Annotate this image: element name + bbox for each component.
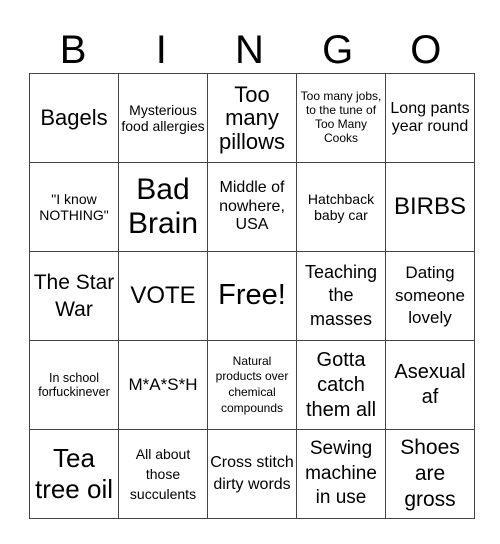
cell-text: Free! [218,279,286,312]
bingo-cell[interactable]: Tea tree oil [29,429,119,519]
bingo-grid: Bagels Mysterious food allergies Too man… [29,73,475,519]
cell-text: BIRBS [393,193,467,221]
bingo-cell[interactable]: Gotta catch them all [296,340,386,430]
free-space[interactable]: Free! [207,251,297,341]
bingo-cell[interactable]: Bagels [29,73,119,163]
cell-text: Natural products over chemical compounds [215,353,289,415]
bingo-cell[interactable]: Hatchback baby car [296,162,386,252]
bingo-cell[interactable]: Dating someone lovely [385,251,475,341]
cell-text: M*A*S*H [128,375,198,395]
bingo-cell[interactable]: Middle of nowhere, USA [207,162,297,252]
grid-row: "I know NOTHING" Bad Brain Middle of now… [29,162,475,252]
cell-text: Teaching the masses [304,261,378,329]
header-letter-o: O [410,28,442,72]
cell-text: "I know NOTHING" [39,190,109,223]
bingo-cell[interactable]: Too many jobs, to the tune of Too Many C… [296,73,386,163]
cell-text: Sewing machine in use [305,437,377,509]
cell-text: Cross stitch dirty words [210,453,294,493]
bingo-cell[interactable]: BIRBS [385,162,475,252]
bingo-cell[interactable]: "I know NOTHING" [29,162,119,252]
grid-row: The Star War VOTE Free! Teaching the mas… [29,251,475,341]
bingo-cell[interactable]: M*A*S*H [118,340,208,430]
bingo-cell[interactable]: In school forfuckinever [29,340,119,430]
cell-text: Asexual af [394,361,466,408]
cell-text: Dating someone lovely [395,262,465,328]
cell-text: In school forfuckinever [38,370,110,399]
bingo-cell[interactable]: Shoes are gross [385,429,475,519]
cell-text: Tea tree oil [34,442,114,504]
cell-text: Gotta catch them all [305,348,377,421]
bingo-cell[interactable]: All about those succulents [118,429,208,519]
cell-text: Mysterious food allergies [121,101,205,134]
header-letter-n: N [235,28,264,72]
bingo-header: B I N G O [29,28,470,72]
bingo-cell[interactable]: VOTE [118,251,208,341]
grid-row: Bagels Mysterious food allergies Too man… [29,73,475,163]
bingo-cell[interactable]: Too many pillows [207,73,297,163]
header-letter-g: G [322,28,354,72]
bingo-cell[interactable]: Mysterious food allergies [118,73,208,163]
cell-text: Hatchback baby car [307,190,375,223]
cell-text: Long pants year round [390,99,470,135]
cell-text: Shoes are gross [400,435,460,512]
bingo-cell[interactable]: Asexual af [385,340,475,430]
cell-text: Bad Brain [127,172,199,241]
bingo-cell[interactable]: The Star War [29,251,119,341]
bingo-cell[interactable]: Bad Brain [118,162,208,252]
cell-text: Too many jobs, to the tune of Too Many C… [300,89,382,145]
bingo-cell[interactable]: Natural products over chemical compounds [207,340,297,430]
cell-text: VOTE [130,282,196,310]
grid-row: Tea tree oil All about those succulents … [29,429,475,519]
grid-row: In school forfuckinever M*A*S*H Natural … [29,340,475,430]
cell-text: Too many pillows [218,82,286,154]
header-letter-b: B [59,28,87,72]
bingo-cell[interactable]: Teaching the masses [296,251,386,341]
bingo-cell[interactable]: Sewing machine in use [296,429,386,519]
header-letter-i: I [155,28,167,72]
cell-text: Bagels [40,105,108,131]
cell-text: Middle of nowhere, USA [219,179,285,234]
cell-text: The Star War [33,270,115,321]
bingo-cell[interactable]: Cross stitch dirty words [207,429,297,519]
bingo-cell[interactable]: Long pants year round [385,73,475,163]
cell-text: All about those succulents [129,445,197,503]
